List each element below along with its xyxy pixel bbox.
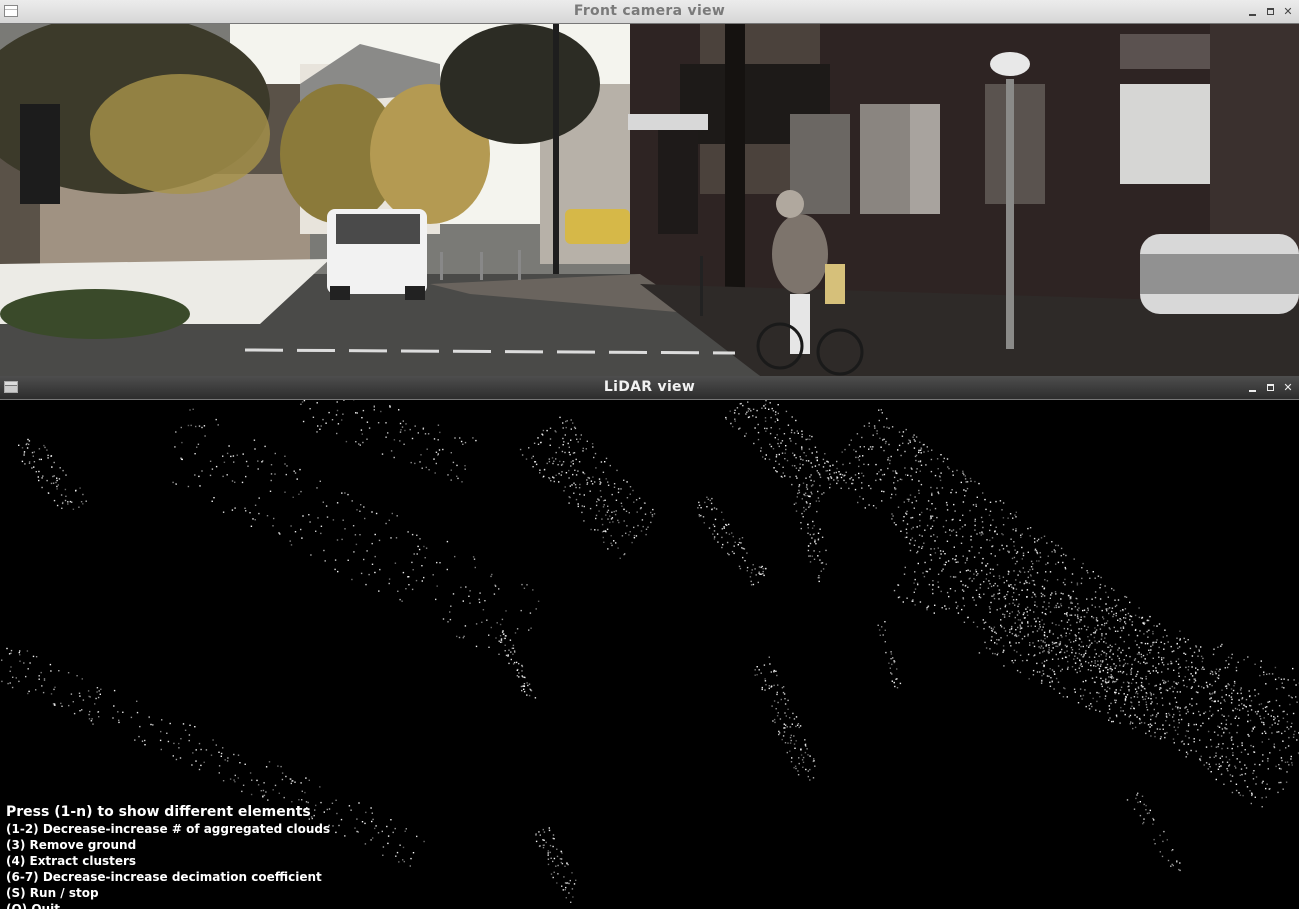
- front-camera-window: Front camera view ✕: [0, 0, 1299, 376]
- help-line: (6-7) Decrease-increase decimation coeff…: [6, 870, 322, 884]
- camera-window-title: Front camera view: [573, 3, 726, 19]
- lidar-point-cloud-view[interactable]: Press (1-n) to show different elements (…: [0, 400, 1299, 909]
- help-line: (Q) Quit: [6, 902, 60, 909]
- maximize-icon: [1266, 7, 1274, 15]
- close-icon: ✕: [1283, 380, 1293, 394]
- lidar-window-title: LiDAR view: [603, 379, 696, 395]
- maximize-icon: [1266, 383, 1274, 391]
- camera-image: [0, 24, 1299, 376]
- lidar-close-button[interactable]: ✕: [1280, 379, 1296, 395]
- minimize-icon: [1248, 390, 1256, 392]
- help-line: (4) Extract clusters: [6, 854, 137, 868]
- lidar-minimize-button[interactable]: [1244, 379, 1260, 395]
- lidar-window: LiDAR view ✕ Press (1-n) to show differe…: [0, 376, 1299, 909]
- lidar-maximize-button[interactable]: [1262, 379, 1278, 395]
- minimize-icon: [1248, 14, 1256, 16]
- camera-titlebar[interactable]: Front camera view ✕: [0, 0, 1299, 24]
- help-line: (S) Run / stop: [6, 886, 99, 900]
- keyboard-help-overlay: Press (1-n) to show different elements (…: [6, 804, 330, 909]
- help-heading: Press (1-n) to show different elements: [6, 804, 311, 820]
- help-line: (1-2) Decrease-increase # of aggregated …: [6, 822, 331, 836]
- camera-maximize-button[interactable]: [1262, 3, 1278, 19]
- help-line: (3) Remove ground: [6, 838, 137, 852]
- lidar-titlebar[interactable]: LiDAR view ✕: [0, 376, 1299, 400]
- street-scene-image: [0, 24, 1299, 376]
- camera-close-button[interactable]: ✕: [1280, 3, 1296, 19]
- camera-minimize-button[interactable]: [1244, 3, 1260, 19]
- close-icon: ✕: [1283, 4, 1293, 18]
